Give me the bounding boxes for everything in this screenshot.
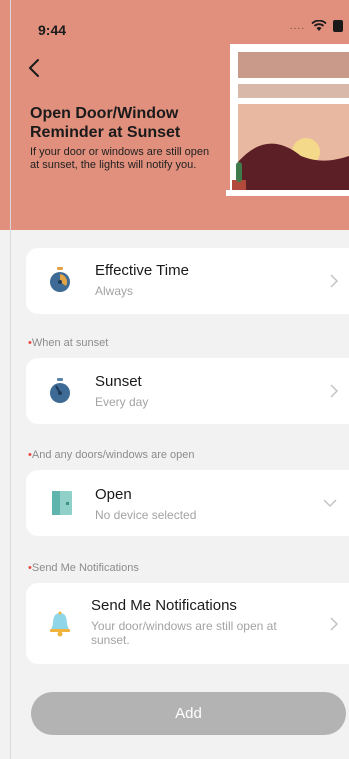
status-time: 9:44 [38,22,67,38]
chevron-left-icon[interactable] [24,56,48,80]
left-divider [10,0,11,759]
effective-time-card[interactable]: Effective Time Always [26,248,349,314]
status-icons: .... [290,20,343,32]
automation-page: 9:44 .... Open Door/Window Reminder at S… [0,0,349,759]
sunset-title: Sunset [95,373,142,390]
page-title: Open Door/Window Reminder at Sunset [30,105,181,141]
chevron-down-icon [323,499,337,508]
sunset-card[interactable]: Sunset Every day [26,358,349,424]
effective-time-value: Always [95,284,134,298]
notify-section-label: •Send Me Notifications [28,562,139,574]
header-banner: 9:44 .... Open Door/Window Reminder at S… [0,0,349,230]
notification-title: Send Me Notifications [91,597,237,614]
battery-icon [333,20,343,32]
chevron-right-icon [330,274,339,288]
door-sensor-icon [52,491,72,515]
notification-card[interactable]: Send Me Notifications Your door/windows … [26,583,349,664]
bell-icon [50,611,70,637]
left-edge-top [0,0,10,230]
chevron-right-icon [330,617,339,631]
door-section-label: •And any doors/windows are open [28,449,195,461]
timer-icon [50,267,70,292]
sunset-window-illustration [226,44,349,196]
signal-indicator: .... [289,20,305,32]
notification-value: Your door/windows are still open at suns… [91,619,277,647]
effective-time-title: Effective Time [95,262,189,279]
chevron-right-icon [330,384,339,398]
wifi-icon [311,20,327,31]
door-window-value: No device selected [95,508,197,522]
timer-icon [50,378,70,403]
add-button[interactable]: Add [31,692,346,735]
status-bar: 9:44 .... [0,0,349,44]
door-window-title: Open [95,486,132,503]
page-description: If your door or windows are still open a… [30,146,210,171]
sunset-value: Every day [95,395,149,409]
door-window-card[interactable]: Open No device selected [26,470,349,536]
sunset-section-label: •When at sunset [28,337,109,349]
